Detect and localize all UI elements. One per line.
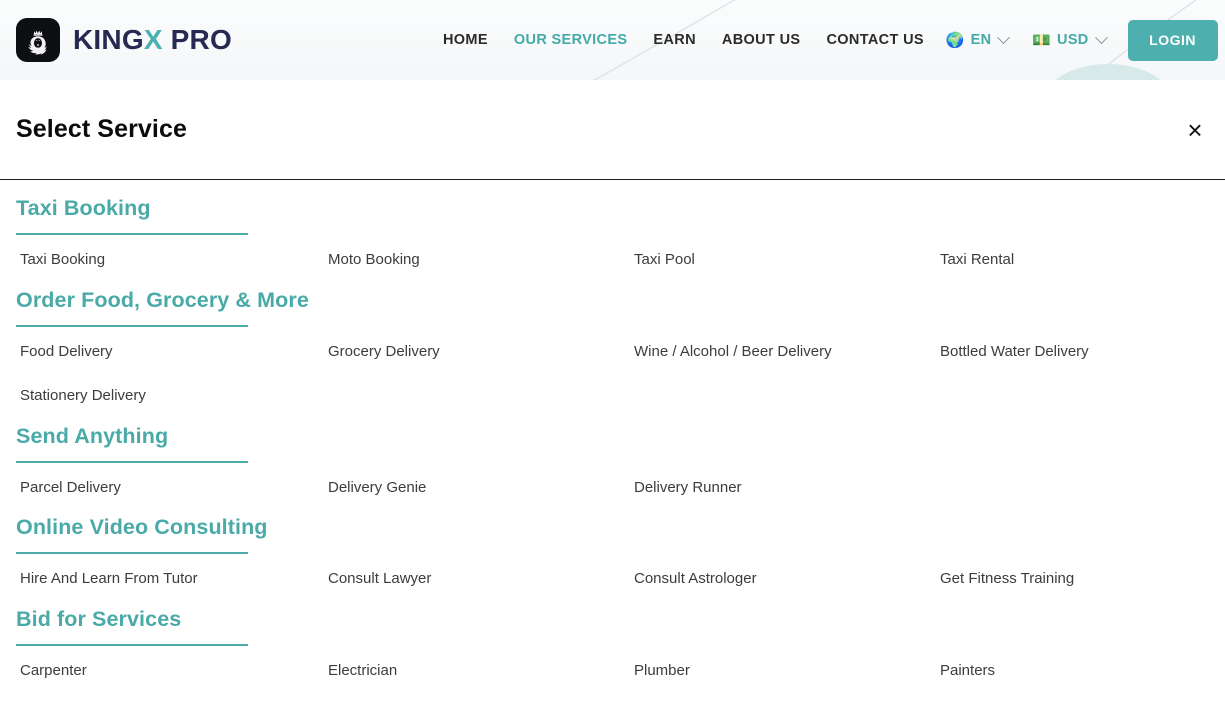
service-section-title: Send Anything [16, 423, 169, 448]
section-underline [16, 233, 248, 236]
brand-name-accent: X [143, 24, 163, 55]
service-item[interactable]: Wine / Alcohol / Beer Delivery [634, 341, 940, 364]
brand-logo[interactable]: KINGX PRO [16, 18, 232, 62]
section-underline [16, 552, 248, 555]
service-grid: Taxi Booking Moto Booking Taxi Pool Taxi… [0, 249, 1225, 272]
lion-crown-logo-icon [16, 18, 60, 62]
service-item[interactable]: Taxi Rental [940, 249, 1225, 272]
section-underline [16, 643, 248, 646]
site-header: KINGX PRO HOME OUR SERVICES EARN ABOUT U… [0, 0, 1225, 80]
service-item[interactable]: Plumber [634, 660, 940, 683]
service-item[interactable]: Moto Booking [328, 249, 634, 272]
globe-icon: 🌍 [945, 31, 965, 49]
service-section-taxi-booking: Taxi Booking Taxi Booking Moto Booking T… [0, 180, 1225, 272]
currency-selector-label: USD [1057, 32, 1089, 48]
service-item[interactable]: Grocery Delivery [328, 341, 634, 364]
currency-selector[interactable]: 💵 USD [1032, 30, 1108, 49]
nav-item-home[interactable]: HOME [443, 32, 488, 48]
service-section-online-video-consulting: Online Video Consulting Hire And Learn F… [0, 499, 1225, 591]
service-item[interactable]: Stationery Delivery [20, 385, 328, 408]
service-grid: Hire And Learn From Tutor Consult Lawyer… [0, 568, 1225, 591]
modal-title: Select Service [16, 115, 187, 143]
service-section-title: Online Video Consulting [16, 515, 268, 540]
select-service-modal: Select Service × Taxi Booking Taxi Booki… [0, 80, 1225, 722]
auth-buttons: LOGIN REGISTER [1127, 19, 1225, 61]
chevron-down-icon [997, 30, 1011, 44]
brand-name-main: KING [73, 24, 144, 55]
service-item[interactable]: Consult Lawyer [328, 568, 634, 591]
modal-body: Taxi Booking Taxi Booking Moto Booking T… [0, 180, 1225, 722]
nav-item-about-us[interactable]: ABOUT US [722, 32, 801, 48]
header-selectors: 🌍 EN 💵 USD [945, 30, 1108, 49]
service-item[interactable]: Bottled Water Delivery [940, 341, 1225, 364]
service-item[interactable]: Taxi Booking [20, 249, 328, 272]
service-grid: Parcel Delivery Delivery Genie Delivery … [0, 477, 1225, 500]
login-button[interactable]: LOGIN [1127, 19, 1218, 61]
service-section-title: Taxi Booking [16, 196, 151, 220]
service-item[interactable]: Delivery Genie [328, 477, 634, 500]
modal-header: Select Service × [0, 80, 1225, 180]
service-item[interactable]: Carpenter [20, 660, 328, 683]
service-grid: Food Delivery Grocery Delivery Wine / Al… [0, 341, 1225, 408]
service-item[interactable]: Consult Astrologer [634, 568, 940, 591]
service-grid: Carpenter Electrician Plumber Painters [0, 660, 1225, 683]
language-selector-label: EN [970, 32, 992, 48]
nav-item-our-services[interactable]: OUR SERVICES [514, 32, 628, 48]
service-item[interactable]: Food Delivery [20, 341, 328, 364]
brand-name-tail: PRO [162, 24, 232, 55]
service-item[interactable]: Hire And Learn From Tutor [20, 568, 328, 591]
service-section-title: Order Food, Grocery & More [16, 287, 309, 312]
money-icon: 💵 [1032, 31, 1052, 49]
service-section-title: Bid for Services [16, 606, 182, 631]
main-navigation: HOME OUR SERVICES EARN ABOUT US CONTACT … [443, 32, 924, 48]
close-icon[interactable]: × [1179, 114, 1211, 146]
service-item[interactable]: Delivery Runner [634, 477, 940, 500]
service-item[interactable]: Taxi Pool [634, 249, 940, 272]
service-item[interactable]: Painters [940, 660, 1225, 683]
service-section-send-anything: Send Anything Parcel Delivery Delivery G… [0, 408, 1225, 500]
chevron-down-icon [1094, 30, 1108, 44]
service-item[interactable]: Electrician [328, 660, 634, 683]
language-selector[interactable]: 🌍 EN [945, 30, 1011, 49]
nav-item-earn[interactable]: EARN [653, 32, 696, 48]
service-item[interactable]: Get Fitness Training [940, 568, 1225, 591]
section-underline [16, 324, 248, 327]
service-section-order-food-grocery-more: Order Food, Grocery & More Food Delivery… [0, 272, 1225, 408]
nav-item-contact-us[interactable]: CONTACT US [826, 32, 923, 48]
service-section-bid-for-services: Bid for Services Carpenter Electrician P… [0, 591, 1225, 683]
section-underline [16, 460, 248, 463]
brand-name: KINGX PRO [73, 24, 232, 56]
service-item[interactable]: Parcel Delivery [20, 477, 328, 500]
